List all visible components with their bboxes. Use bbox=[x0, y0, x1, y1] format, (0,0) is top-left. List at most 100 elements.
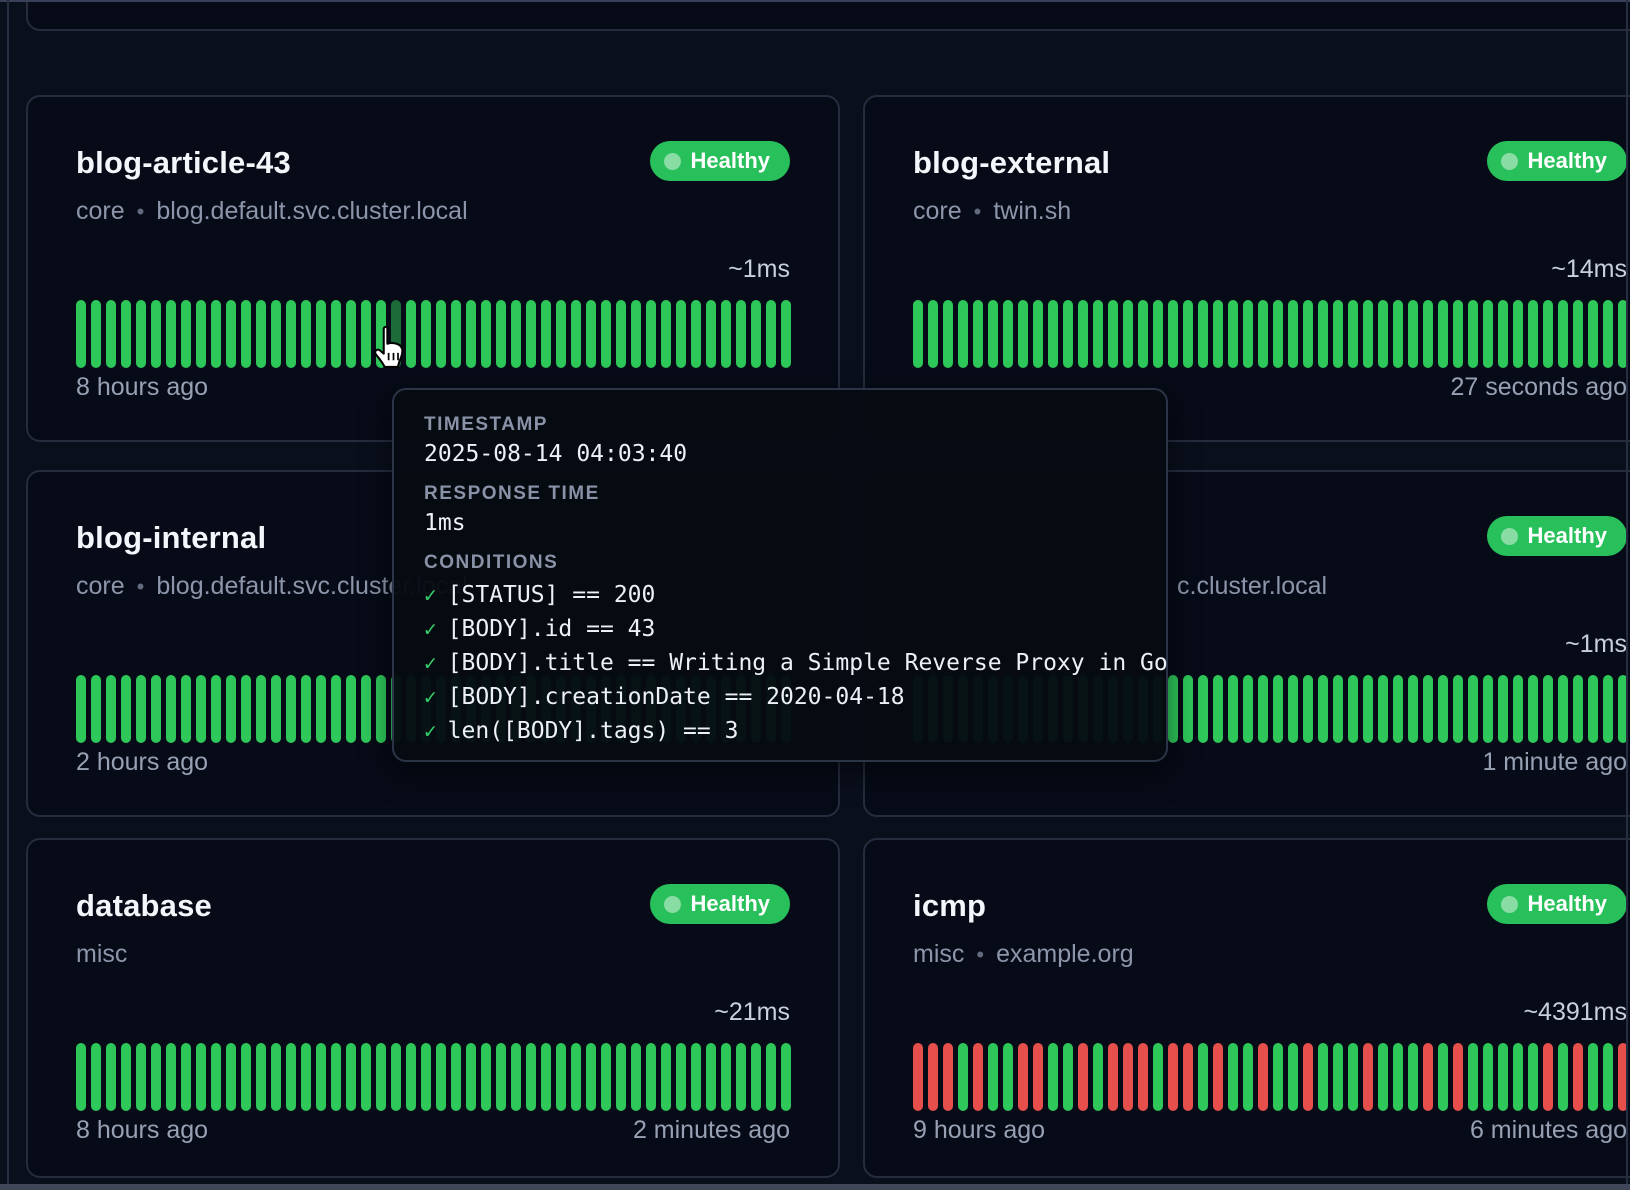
uptime-bar[interactable] bbox=[1183, 1043, 1193, 1111]
uptime-bar[interactable] bbox=[1588, 1043, 1598, 1111]
uptime-bar[interactable] bbox=[526, 1043, 536, 1111]
uptime-bar[interactable] bbox=[256, 300, 266, 368]
uptime-bar[interactable] bbox=[601, 1043, 611, 1111]
uptime-bar[interactable] bbox=[1318, 1043, 1328, 1111]
uptime-bar[interactable] bbox=[781, 1043, 791, 1111]
uptime-bar[interactable] bbox=[913, 300, 923, 368]
uptime-bar[interactable] bbox=[1558, 1043, 1568, 1111]
uptime-bar[interactable] bbox=[1393, 300, 1403, 368]
uptime-bar[interactable] bbox=[226, 675, 236, 743]
uptime-bar[interactable] bbox=[691, 300, 701, 368]
uptime-bar[interactable] bbox=[226, 300, 236, 368]
uptime-bar[interactable] bbox=[988, 1043, 998, 1111]
uptime-bar[interactable] bbox=[106, 300, 116, 368]
uptime-bar[interactable] bbox=[256, 1043, 266, 1111]
uptime-bar[interactable] bbox=[1528, 1043, 1538, 1111]
uptime-bar[interactable] bbox=[496, 1043, 506, 1111]
uptime-bar[interactable] bbox=[1063, 1043, 1073, 1111]
uptime-bar[interactable] bbox=[556, 1043, 566, 1111]
uptime-bar[interactable] bbox=[706, 1043, 716, 1111]
uptime-bar[interactable] bbox=[241, 1043, 251, 1111]
uptime-bar[interactable] bbox=[1153, 300, 1163, 368]
uptime-bar[interactable] bbox=[586, 1043, 596, 1111]
card-partial-top[interactable] bbox=[26, 0, 1630, 31]
uptime-bar[interactable] bbox=[91, 300, 101, 368]
uptime-bar[interactable] bbox=[1348, 300, 1358, 368]
uptime-bar[interactable] bbox=[271, 675, 281, 743]
uptime-bar[interactable] bbox=[751, 1043, 761, 1111]
uptime-bar[interactable] bbox=[271, 1043, 281, 1111]
uptime-bar[interactable] bbox=[1453, 675, 1463, 743]
uptime-bar[interactable] bbox=[301, 1043, 311, 1111]
uptime-bar[interactable] bbox=[766, 300, 776, 368]
uptime-bar[interactable] bbox=[1303, 300, 1313, 368]
uptime-bar[interactable] bbox=[601, 300, 611, 368]
uptime-bar[interactable] bbox=[526, 300, 536, 368]
uptime-bar[interactable] bbox=[121, 300, 131, 368]
uptime-bar[interactable] bbox=[136, 1043, 146, 1111]
response-time-bars[interactable] bbox=[76, 1043, 791, 1111]
uptime-bar[interactable] bbox=[766, 1043, 776, 1111]
uptime-bar[interactable] bbox=[271, 300, 281, 368]
uptime-bar[interactable] bbox=[166, 675, 176, 743]
uptime-bar[interactable] bbox=[1603, 675, 1613, 743]
uptime-bar[interactable] bbox=[1093, 300, 1103, 368]
uptime-bar[interactable] bbox=[196, 675, 206, 743]
uptime-bar[interactable] bbox=[943, 1043, 953, 1111]
uptime-bar[interactable] bbox=[1393, 675, 1403, 743]
uptime-bar[interactable] bbox=[181, 675, 191, 743]
uptime-bar[interactable] bbox=[913, 1043, 923, 1111]
uptime-bar[interactable] bbox=[1528, 675, 1538, 743]
uptime-bar[interactable] bbox=[436, 300, 446, 368]
uptime-bar[interactable] bbox=[1228, 1043, 1238, 1111]
uptime-bar[interactable] bbox=[1423, 1043, 1433, 1111]
uptime-bar[interactable] bbox=[1138, 1043, 1148, 1111]
uptime-bar[interactable] bbox=[301, 300, 311, 368]
uptime-bar[interactable] bbox=[331, 300, 341, 368]
uptime-bar[interactable] bbox=[91, 675, 101, 743]
uptime-bar[interactable] bbox=[241, 675, 251, 743]
uptime-bar[interactable] bbox=[721, 300, 731, 368]
uptime-bar[interactable] bbox=[1198, 675, 1208, 743]
uptime-bar[interactable] bbox=[1123, 300, 1133, 368]
uptime-bar[interactable] bbox=[1153, 1043, 1163, 1111]
uptime-bar[interactable] bbox=[676, 1043, 686, 1111]
uptime-bar[interactable] bbox=[1378, 1043, 1388, 1111]
uptime-bar[interactable] bbox=[1513, 675, 1523, 743]
uptime-bar[interactable] bbox=[331, 1043, 341, 1111]
uptime-bar[interactable] bbox=[958, 300, 968, 368]
uptime-bar[interactable] bbox=[1333, 1043, 1343, 1111]
uptime-bar[interactable] bbox=[151, 300, 161, 368]
uptime-bar[interactable] bbox=[1303, 1043, 1313, 1111]
uptime-bar[interactable] bbox=[316, 1043, 326, 1111]
uptime-bar[interactable] bbox=[1273, 300, 1283, 368]
uptime-bar[interactable] bbox=[1558, 675, 1568, 743]
uptime-bar[interactable] bbox=[541, 300, 551, 368]
uptime-bar[interactable] bbox=[481, 300, 491, 368]
uptime-bar[interactable] bbox=[943, 300, 953, 368]
uptime-bar[interactable] bbox=[241, 300, 251, 368]
uptime-bar[interactable] bbox=[286, 675, 296, 743]
uptime-bar[interactable] bbox=[1078, 300, 1088, 368]
uptime-bar[interactable] bbox=[541, 1043, 551, 1111]
uptime-bar[interactable] bbox=[1048, 300, 1058, 368]
uptime-bar[interactable] bbox=[1318, 300, 1328, 368]
uptime-bar[interactable] bbox=[1288, 1043, 1298, 1111]
uptime-bar[interactable] bbox=[346, 300, 356, 368]
uptime-bar[interactable] bbox=[76, 300, 86, 368]
uptime-bar[interactable] bbox=[1543, 675, 1553, 743]
uptime-bar[interactable] bbox=[211, 300, 221, 368]
card-icmp[interactable]: icmp Healthy misc•example.org ~4391ms 9 … bbox=[863, 838, 1630, 1178]
uptime-bar[interactable] bbox=[151, 1043, 161, 1111]
uptime-bar[interactable] bbox=[1513, 300, 1523, 368]
uptime-bar[interactable] bbox=[1138, 300, 1148, 368]
uptime-bar[interactable] bbox=[1288, 675, 1298, 743]
uptime-bar[interactable] bbox=[181, 1043, 191, 1111]
card-database[interactable]: database Healthy misc ~21ms 8 hours ago … bbox=[26, 838, 840, 1178]
uptime-bar[interactable] bbox=[1108, 1043, 1118, 1111]
uptime-bar[interactable] bbox=[616, 300, 626, 368]
uptime-bar[interactable] bbox=[1273, 1043, 1283, 1111]
uptime-bar[interactable] bbox=[331, 675, 341, 743]
uptime-bar[interactable] bbox=[1348, 1043, 1358, 1111]
uptime-bar[interactable] bbox=[1513, 1043, 1523, 1111]
